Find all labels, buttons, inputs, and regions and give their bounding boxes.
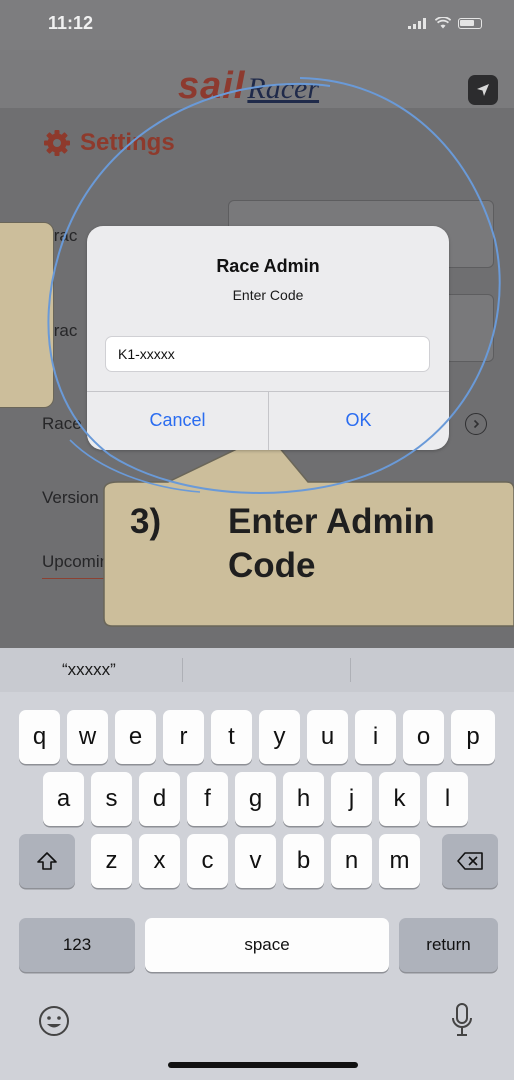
suggestion-bar: “xxxxx”: [0, 648, 514, 692]
battery-icon: [458, 17, 482, 29]
gear-icon: [44, 130, 70, 156]
shift-icon: [37, 852, 57, 870]
logo-racer-text: Racer: [247, 72, 320, 105]
key-a[interactable]: a: [43, 772, 84, 826]
home-indicator: [168, 1062, 358, 1068]
key-d[interactable]: d: [139, 772, 180, 826]
status-time: 11:12: [48, 13, 94, 33]
app-logo: sail Racer: [178, 64, 320, 107]
dialog-message: Enter Code: [232, 287, 304, 303]
microphone-icon[interactable]: [449, 1002, 475, 1040]
backspace-icon: [457, 852, 483, 870]
emoji-icon[interactable]: [37, 1004, 71, 1038]
key-n[interactable]: n: [331, 834, 372, 888]
key-g[interactable]: g: [235, 772, 276, 826]
key-u[interactable]: u: [307, 710, 348, 764]
return-key[interactable]: return: [399, 918, 498, 972]
key-i[interactable]: i: [355, 710, 396, 764]
logo-sail-text: sail: [178, 65, 246, 107]
key-z[interactable]: z: [91, 834, 132, 888]
key-o[interactable]: o: [403, 710, 444, 764]
key-f[interactable]: f: [187, 772, 228, 826]
admin-code-input[interactable]: K1-xxxxx: [105, 336, 430, 372]
key-m[interactable]: m: [379, 834, 420, 888]
shift-key[interactable]: [19, 834, 75, 888]
settings-header: Settings: [42, 128, 175, 158]
key-k[interactable]: k: [379, 772, 420, 826]
cancel-button[interactable]: Cancel: [87, 391, 268, 450]
key-h[interactable]: h: [283, 772, 324, 826]
key-t[interactable]: t: [211, 710, 252, 764]
app-header: sail Racer: [0, 50, 514, 108]
key-y[interactable]: y: [259, 710, 300, 764]
suggestion-item[interactable]: “xxxxx”: [62, 660, 116, 680]
key-p[interactable]: p: [451, 710, 495, 764]
race-label: Race: [42, 414, 82, 433]
suggestion-divider: [350, 658, 351, 682]
dialog-title: Race Admin: [216, 256, 320, 276]
key-x[interactable]: x: [139, 834, 180, 888]
location-button[interactable]: [468, 75, 498, 105]
delete-key[interactable]: [442, 834, 498, 888]
key-q[interactable]: q: [19, 710, 60, 764]
key-l[interactable]: l: [427, 772, 468, 826]
key-e[interactable]: e: [115, 710, 156, 764]
numbers-key[interactable]: 123: [19, 918, 135, 972]
key-s[interactable]: s: [91, 772, 132, 826]
suggestion-divider: [182, 658, 183, 682]
key-w[interactable]: w: [67, 710, 108, 764]
status-icons: [408, 17, 482, 29]
callout-line-1: Enter Admin: [228, 502, 435, 541]
race-admin-dialog: Race Admin Enter Code K1-xxxxx Cancel OK: [87, 226, 449, 450]
callout-line-2: Code: [228, 546, 316, 585]
signal-icon: [408, 17, 428, 29]
space-key[interactable]: space: [145, 918, 389, 972]
ok-button[interactable]: OK: [268, 391, 449, 450]
key-c[interactable]: c: [187, 834, 228, 888]
callout-step-number: 3): [130, 502, 162, 541]
wifi-icon: [435, 17, 451, 29]
status-bar: 11:12: [0, 0, 514, 50]
key-j[interactable]: j: [331, 772, 372, 826]
annotation-box-top: [0, 222, 54, 408]
settings-title: Settings: [80, 129, 175, 156]
key-b[interactable]: b: [283, 834, 324, 888]
location-arrow-icon: [477, 84, 489, 96]
key-r[interactable]: r: [163, 710, 204, 764]
callout-text: 3) Enter Admin Code: [130, 500, 435, 588]
chevron-right-icon[interactable]: [465, 413, 487, 435]
key-v[interactable]: v: [235, 834, 276, 888]
